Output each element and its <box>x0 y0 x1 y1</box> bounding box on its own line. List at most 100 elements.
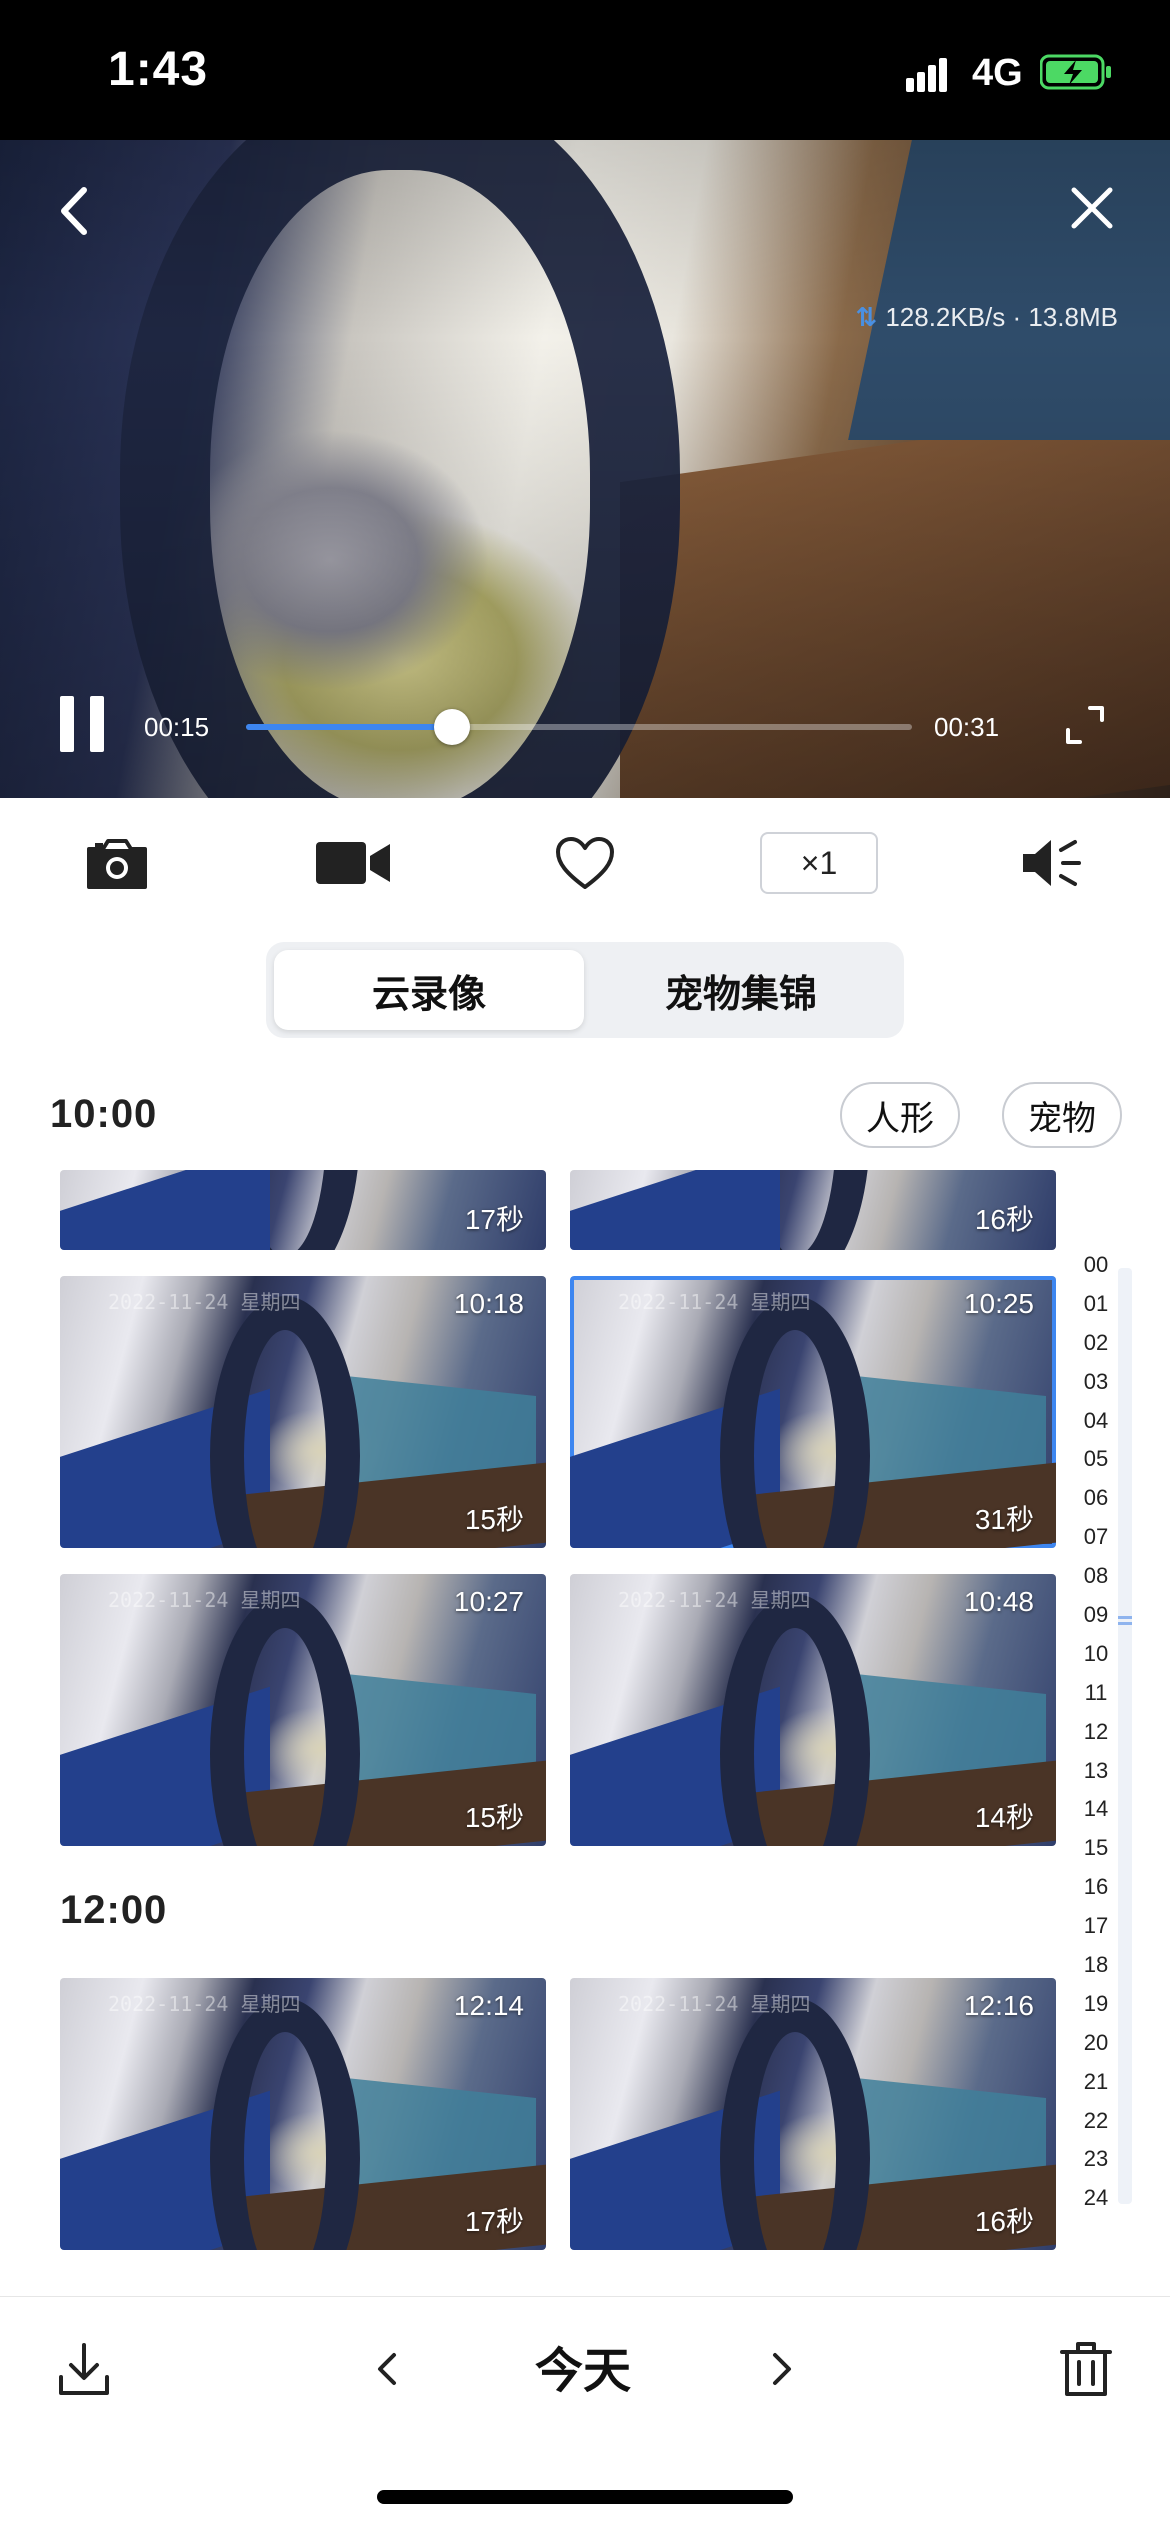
close-icon[interactable] <box>1060 176 1124 240</box>
clip-time: 10:18 <box>453 1288 524 1319</box>
clip-thumbnail[interactable]: 2022-11-24 星期四 10:48 14秒 <box>570 1574 1056 1846</box>
hour-index[interactable]: 00 01 02 03 04 05 06 07 08 09 10 11 12 13 14 15 16 17 18 19… <box>1076 1252 1116 2224</box>
clip-watermark: 2022-11-24 星期四 <box>618 1992 811 2016</box>
record-button[interactable] <box>314 828 394 898</box>
network-type: 4G <box>972 52 1023 94</box>
hour-index-track[interactable] <box>1118 1268 1132 2204</box>
trash-icon <box>1060 2342 1112 2396</box>
clip-watermark: 2022-11-24 星期四 <box>108 1588 301 1612</box>
current-time: 00:15 <box>144 712 210 742</box>
section-hour-label: 10:00 <box>50 1092 158 1136</box>
clip-thumbnail-selected[interactable]: 2022-11-24 星期四 10:25 31秒 <box>570 1276 1056 1548</box>
clip-time: 12:14 <box>453 1990 524 2021</box>
back-icon[interactable] <box>40 176 110 246</box>
hour-index-item[interactable]: 19 <box>1076 1991 1116 2030</box>
hour-index-item[interactable]: 00 <box>1076 1252 1116 1291</box>
snapshot-button[interactable] <box>82 828 152 898</box>
hour-index-item[interactable]: 20 <box>1076 2030 1116 2069</box>
filter-person-chip[interactable]: 人形 <box>840 1082 960 1148</box>
clip-thumbnail[interactable]: 17秒 <box>60 1170 546 1250</box>
clip-duration: 16秒 <box>974 2206 1034 2237</box>
hour-index-item[interactable]: 05 <box>1076 1446 1116 1485</box>
hour-index-item[interactable]: 17 <box>1076 1913 1116 1952</box>
hour-index-item[interactable]: 10 <box>1076 1641 1116 1680</box>
pause-button[interactable] <box>60 696 104 752</box>
hour-index-item[interactable]: 22 <box>1076 2108 1116 2147</box>
clip-duration: 17秒 <box>464 1204 524 1235</box>
previous-day-button[interactable] <box>355 2337 419 2401</box>
download-button[interactable] <box>52 2337 116 2401</box>
tab-pet-highlights[interactable]: 宠物集锦 <box>586 950 896 1030</box>
mute-button[interactable] <box>1016 828 1086 898</box>
hour-index-item[interactable]: 07 <box>1076 1524 1116 1563</box>
hour-index-item[interactable]: 03 <box>1076 1369 1116 1408</box>
clip-duration: 16秒 <box>974 1204 1034 1235</box>
progress-slider[interactable] <box>246 709 912 745</box>
clip-watermark: 2022-11-24 星期四 <box>108 1290 301 1314</box>
home-indicator <box>377 2490 793 2504</box>
battery-charging-icon <box>1040 54 1111 90</box>
clip-thumbnail[interactable]: 2022-11-24 星期四 12:16 16秒 <box>570 1978 1056 2250</box>
hour-index-item[interactable]: 11 <box>1076 1680 1116 1719</box>
hour-index-item[interactable]: 06 <box>1076 1485 1116 1524</box>
hour-index-item[interactable]: 13 <box>1076 1758 1116 1797</box>
hour-index-item[interactable]: 02 <box>1076 1330 1116 1369</box>
player-toolbar: ×1 <box>0 798 1170 928</box>
playback-speed-button[interactable]: ×1 <box>760 832 878 894</box>
status-time: 1:43 <box>108 43 209 96</box>
hour-index-item[interactable]: 24 <box>1076 2185 1116 2224</box>
chevron-right-icon <box>773 2353 791 2385</box>
hour-index-item[interactable]: 16 <box>1076 1874 1116 1913</box>
chevron-left-icon <box>378 2353 396 2385</box>
hour-index-item[interactable]: 04 <box>1076 1408 1116 1447</box>
hour-index-item[interactable]: 14 <box>1076 1796 1116 1835</box>
download-speed-text: 128.2KB/s · 13.8MB <box>885 302 1118 332</box>
hour-index-item[interactable]: 21 <box>1076 2069 1116 2108</box>
tab-cloud-recording[interactable]: 云录像 <box>274 950 584 1030</box>
signal-icon <box>906 58 947 92</box>
video-player[interactable]: ⇅ 128.2KB/s · 13.8MB 00:15 00:31 <box>0 140 1170 798</box>
hour-index-item[interactable]: 08 <box>1076 1563 1116 1602</box>
date-label[interactable]: 今天 <box>535 2331 631 2401</box>
section-hour-label: 12:00 <box>60 1888 168 1932</box>
hour-index-item[interactable]: 12 <box>1076 1719 1116 1758</box>
progress-fill <box>246 724 453 730</box>
clip-time: 10:25 <box>963 1288 1034 1319</box>
filter-pet-chip[interactable]: 宠物 <box>1002 1082 1122 1148</box>
clip-watermark: 2022-11-24 星期四 <box>108 1992 301 2016</box>
download-icon <box>59 2343 109 2395</box>
clip-duration: 14秒 <box>974 1802 1034 1833</box>
total-time: 00:31 <box>934 712 1000 742</box>
fullscreen-icon[interactable] <box>1064 704 1106 746</box>
hour-index-item[interactable]: 15 <box>1076 1835 1116 1874</box>
speaker-icon <box>1023 840 1081 886</box>
clip-duration: 15秒 <box>464 1802 524 1833</box>
hour-index-marker <box>1118 1616 1132 1619</box>
video-camera-icon <box>316 842 390 884</box>
bottom-bar: 今天 <box>0 2296 1170 2436</box>
hour-index-item[interactable]: 18 <box>1076 1952 1116 1991</box>
hour-index-item[interactable]: 01 <box>1076 1291 1116 1330</box>
clip-thumbnail[interactable]: 2022-11-24 星期四 10:18 15秒 <box>60 1276 546 1548</box>
clip-watermark: 2022-11-24 星期四 <box>618 1290 811 1314</box>
clip-thumbnail[interactable]: 2022-11-24 星期四 10:27 15秒 <box>60 1574 546 1846</box>
clip-duration: 31秒 <box>974 1504 1034 1535</box>
next-day-button[interactable] <box>750 2337 814 2401</box>
clip-time: 10:48 <box>963 1586 1034 1617</box>
camera-icon <box>87 839 147 889</box>
favorite-button[interactable] <box>550 828 620 898</box>
recording-type-tabs: 云录像 宠物集锦 <box>266 942 904 1038</box>
clip-thumbnail[interactable]: 2022-11-24 星期四 12:14 17秒 <box>60 1978 546 2250</box>
download-speed: ⇅ 128.2KB/s · 13.8MB <box>856 302 1118 333</box>
clip-duration: 17秒 <box>464 2206 524 2237</box>
clip-thumbnail[interactable]: 16秒 <box>570 1170 1056 1250</box>
hour-index-item[interactable]: 09 <box>1076 1602 1116 1641</box>
transfer-icon: ⇅ <box>855 302 878 332</box>
delete-button[interactable] <box>1054 2337 1118 2401</box>
pause-icon <box>60 696 74 752</box>
hour-index-item[interactable]: 23 <box>1076 2146 1116 2185</box>
clip-duration: 15秒 <box>464 1504 524 1535</box>
clip-watermark: 2022-11-24 星期四 <box>618 1588 811 1612</box>
status-bar: 1:43 4G <box>0 0 1170 140</box>
clip-time: 12:16 <box>963 1990 1034 2021</box>
